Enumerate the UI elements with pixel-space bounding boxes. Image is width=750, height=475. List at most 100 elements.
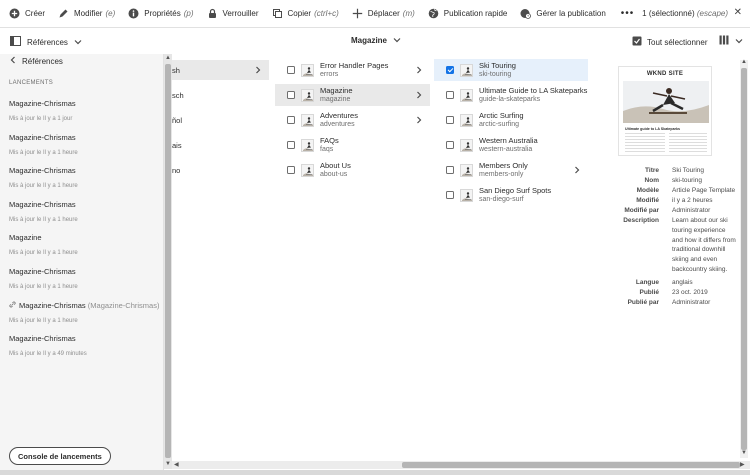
chevron-right-icon[interactable] xyxy=(416,116,422,126)
content-scrollbar[interactable]: ▲ ▼ xyxy=(740,59,748,458)
scroll-up-icon[interactable]: ▲ xyxy=(741,59,747,65)
info-icon xyxy=(128,8,139,19)
page-row[interactable]: Ultimate Guide to LA Skateparks guide-la-… xyxy=(434,84,588,106)
launch-item[interactable]: Magazine-Chrismas Mis à jour le Il y a 1 … xyxy=(9,99,159,122)
metadata-value: Administrator xyxy=(672,299,711,306)
row-checkbox[interactable] xyxy=(287,91,295,99)
launch-item[interactable]: Magazine-Chrismas (Magazine-Chrismas) Mis… xyxy=(9,301,159,324)
row-checkbox[interactable] xyxy=(446,141,454,149)
thumbnail-heading: Ultimate guide to LA Skateparks xyxy=(625,127,680,131)
launch-title: Magazine-Chrismas xyxy=(19,300,86,310)
chevron-right-icon[interactable] xyxy=(416,66,422,76)
view-switcher[interactable] xyxy=(719,35,743,47)
page-name: magazine xyxy=(320,96,351,103)
row-checkbox[interactable] xyxy=(446,91,454,99)
breadcrumb[interactable]: Magazine xyxy=(351,36,401,45)
launch-item[interactable]: Magazine-Chrismas Mis à jour le Il y a 49… xyxy=(9,334,159,357)
close-selection-button[interactable]: ✕ xyxy=(734,7,742,18)
launch-updated: Mis à jour le Il y a 1 jour xyxy=(9,116,73,122)
copy-icon xyxy=(272,8,283,19)
page-row[interactable]: Ski Touring ski-touring xyxy=(434,59,588,81)
metadata-label: Titre xyxy=(645,167,659,174)
page-name: members-only xyxy=(479,171,524,178)
ellipsis-icon: ••• xyxy=(620,8,635,19)
column0-item-label: sh xyxy=(172,65,180,75)
rail-back-button[interactable]: Références xyxy=(10,56,63,66)
page-row[interactable]: FAQs faqs xyxy=(275,134,430,156)
column0-item[interactable]: sch xyxy=(172,85,269,105)
launch-item[interactable]: Magazine-Chrismas Mis à jour le Il y a 1 … xyxy=(9,133,159,156)
breadcrumb-current: Magazine xyxy=(351,36,388,45)
page-title: Magazine xyxy=(320,86,353,95)
copy-button[interactable]: Copier (ctrl+c) xyxy=(272,8,339,19)
page-row[interactable]: Members Only members-only xyxy=(434,159,588,181)
launch-item[interactable]: Magazine Mis à jour le Il y a 1 heure xyxy=(9,233,159,256)
thumbnail-text-lines xyxy=(625,133,665,153)
launch-item[interactable]: Magazine-Chrismas Mis à jour le Il y a 1 … xyxy=(9,166,159,189)
launch-updated: Mis à jour le Il y a 1 heure xyxy=(9,250,78,257)
launch-item[interactable]: Magazine-Chrismas Mis à jour le Il y a 1 … xyxy=(9,267,159,290)
pencil-icon xyxy=(58,8,69,19)
content-scroll-thumb[interactable] xyxy=(741,68,747,450)
page-row[interactable]: Arctic Surfing arctic-surfing xyxy=(434,109,588,131)
page-row[interactable]: Adventures adventures xyxy=(275,109,430,131)
page-name: san-diego-surf xyxy=(479,196,524,203)
quick-publish-button[interactable]: Publication rapide xyxy=(428,8,507,19)
globe-icon xyxy=(428,8,439,19)
metadata-label: Description xyxy=(623,217,659,224)
row-checkbox[interactable] xyxy=(287,166,295,174)
edit-button[interactable]: Modifier (e) xyxy=(58,8,115,19)
page-row[interactable]: Western Australia western-australia xyxy=(434,134,588,156)
plus-circle-icon xyxy=(9,8,20,19)
column0-item[interactable]: sh xyxy=(172,60,269,80)
rail-scrollbar[interactable]: ▲ ▼ xyxy=(164,54,172,469)
page-thumbnail-icon xyxy=(460,113,473,127)
launches-console-button[interactable]: Console de lancements xyxy=(9,447,111,465)
rail-toggle-button[interactable]: Références xyxy=(10,36,82,48)
manage-publication-button[interactable]: Gérer la publication xyxy=(520,8,606,19)
page-title: Arctic Surfing xyxy=(479,111,524,120)
row-checkbox[interactable] xyxy=(287,66,295,74)
row-checkbox[interactable] xyxy=(446,191,454,199)
scroll-right-icon[interactable]: ▶ xyxy=(740,461,745,468)
more-actions-button[interactable]: ••• xyxy=(621,8,635,19)
properties-button[interactable]: Propriétés (p) xyxy=(128,8,194,19)
page-row[interactable]: About Us about-us xyxy=(275,159,430,181)
launch-item[interactable]: Magazine-Chrismas Mis à jour le Il y a 1 … xyxy=(9,200,159,223)
launch-title: Magazine-Chrismas xyxy=(9,199,76,209)
metadata-value: Ski Touring xyxy=(672,167,705,174)
column0-item[interactable]: ñol xyxy=(172,110,269,130)
page-row[interactable]: Error Handler Pages errors xyxy=(275,59,430,81)
scroll-up-icon[interactable]: ▲ xyxy=(165,55,171,61)
row-checkbox[interactable] xyxy=(446,166,454,174)
chevron-right-icon xyxy=(255,66,261,76)
move-button[interactable]: Déplacer (m) xyxy=(352,8,415,19)
metadata-value: ski-touring xyxy=(672,177,702,184)
chevron-right-icon[interactable] xyxy=(416,91,422,101)
metadata-value: Learn about our ski touring experience a… xyxy=(672,217,736,273)
row-checkbox[interactable] xyxy=(446,66,454,74)
scroll-down-icon[interactable]: ▼ xyxy=(741,450,747,456)
create-button[interactable]: Créer xyxy=(9,8,45,19)
move-icon xyxy=(352,8,363,19)
column0-item[interactable]: ais xyxy=(172,135,269,155)
row-checkbox[interactable] xyxy=(287,141,295,149)
launch-title: Magazine-Chrismas xyxy=(9,132,76,142)
lock-button[interactable]: Verrouiller xyxy=(207,8,259,19)
chevron-right-icon[interactable] xyxy=(574,166,580,176)
row-checkbox[interactable] xyxy=(446,116,454,124)
launch-title: Magazine-Chrismas xyxy=(9,267,76,276)
page-title: About Us xyxy=(320,161,351,170)
launch-title: Magazine-Chrismas xyxy=(9,334,76,344)
rail-scroll-thumb[interactable] xyxy=(165,64,171,458)
scroll-left-icon[interactable]: ◀ xyxy=(174,461,179,468)
page-name: errors xyxy=(320,71,339,78)
column0-item[interactable]: no xyxy=(172,160,269,180)
select-all-button[interactable]: Tout sélectionner xyxy=(632,36,707,48)
scroll-down-icon[interactable]: ▼ xyxy=(165,461,171,467)
horizontal-scroll-thumb[interactable] xyxy=(402,462,740,468)
row-checkbox[interactable] xyxy=(287,116,295,124)
page-row[interactable]: San Diego Surf Spots san-diego-surf xyxy=(434,184,588,206)
page-row[interactable]: Magazine magazine xyxy=(275,84,430,106)
horizontal-scrollbar[interactable]: ◀ ▶ xyxy=(172,461,750,469)
